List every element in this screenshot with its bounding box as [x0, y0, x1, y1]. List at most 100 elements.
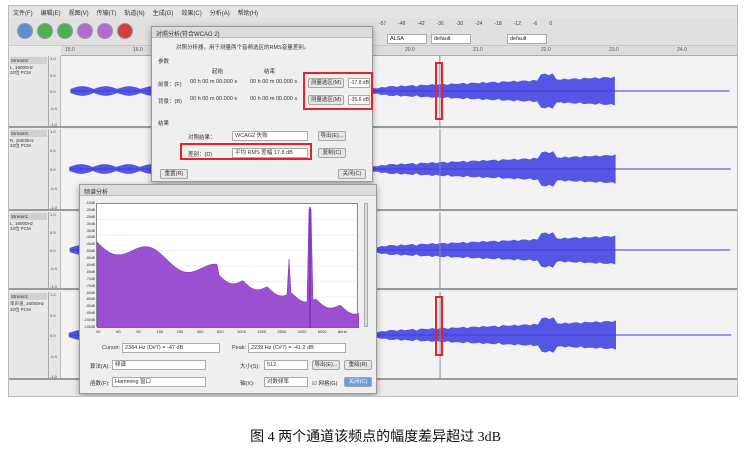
spectrum-close-button[interactable]: 关闭(C): [344, 377, 372, 387]
y-tick-label: -25dB: [85, 214, 95, 219]
x-tick-label: 1500: [257, 329, 267, 334]
scale-tick: -1.0: [50, 374, 57, 379]
spectrum-plot[interactable]: [96, 203, 359, 328]
y-tick-label: -20dB: [85, 207, 95, 212]
track-name[interactable]: Stream1: [10, 293, 47, 300]
bg-start-time[interactable]: 00 h 00 m 00.000 s: [188, 95, 242, 105]
menu-item[interactable]: 效果(C): [181, 8, 201, 17]
track-control-panel[interactable]: Stream0 L, 16000Hz 32位 PCM: [9, 56, 49, 126]
size-select[interactable]: 512: [264, 360, 308, 370]
track-name[interactable]: Stream1: [10, 213, 47, 220]
x-tick-label: 40: [96, 329, 101, 334]
meter-ticks: -57 -48 -42 -36 -30 -24 -18 -12 -6 0: [379, 21, 552, 27]
skip-end-button[interactable]: [97, 23, 113, 39]
algorithm-label: 算法(A):: [90, 364, 110, 370]
meter-tick: -36: [436, 21, 444, 27]
x-tick-label: 8kHz: [337, 329, 347, 334]
x-tick-label: 400: [196, 329, 204, 334]
spectrum-export-button[interactable]: 导出(E)...: [312, 360, 340, 370]
vertical-scale: 1.0 0.5 0.0 -0.5 -1.0: [49, 129, 61, 210]
ruler-tick: 15.0: [65, 47, 75, 53]
size-label: 大小(S):: [240, 364, 260, 370]
peak-highlight-box: [435, 296, 443, 356]
output-device-select[interactable]: default: [431, 34, 471, 44]
close-button[interactable]: 关闭(C): [338, 169, 366, 179]
scale-tick: -1.0: [50, 122, 57, 127]
menu-item[interactable]: 文件(F): [13, 8, 33, 17]
host-select[interactable]: ALSA: [387, 34, 427, 44]
menu-bar: 文件(F) 编辑(E) 视图(V) 传输(T) 轨道(N) 生成(G) 效果(C) 分析(A)…: [9, 6, 737, 18]
replot-button[interactable]: 重绘(R): [344, 360, 372, 370]
menu-item[interactable]: 轨道(N): [124, 8, 144, 17]
meter-tick: -57: [379, 21, 387, 27]
cursor-field: 2384 Hz (D#7) = -47 dB: [122, 343, 220, 353]
audio-track[interactable]: Stream0 L, 16000Hz 32位 PCM 1.0 0.5 0.0 -0.5 -1.…: [9, 56, 737, 128]
scale-tick: -0.5: [50, 186, 57, 191]
scale-tick: 1.0: [50, 212, 56, 217]
track-control-panel[interactable]: Stream0 R, 16000Hz 32位 PCM: [9, 129, 49, 209]
scale-tick: 0.0: [50, 333, 56, 338]
plot-scrollbar[interactable]: [364, 203, 368, 327]
pause-button[interactable]: [17, 23, 33, 39]
scale-tick: -0.5: [50, 266, 57, 271]
scale-tick: 0.5: [50, 72, 56, 78]
menu-item[interactable]: 生成(G): [153, 8, 174, 17]
x-tick-label: 6000: [317, 329, 327, 334]
play-button[interactable]: [37, 23, 53, 39]
cursor-label: Cursor:: [102, 345, 121, 351]
record-button[interactable]: [117, 23, 133, 39]
y-tick-label: -30dB: [85, 221, 95, 226]
menu-item[interactable]: 帮助(H): [238, 8, 258, 17]
track-name[interactable]: Stream0: [10, 130, 47, 137]
peak-field: 2239 Hz (C#7) = -41.2 dB: [248, 343, 346, 353]
meter-tick: -30: [455, 21, 464, 27]
ruler-tick: 16.0: [133, 47, 143, 53]
dialog-intro: 对照分析器，用于测量两个音频选区的RMS音量差别。: [176, 45, 310, 51]
grid-checkbox[interactable]: ☑ 网格(G): [312, 379, 337, 387]
menu-item[interactable]: 编辑(E): [41, 8, 61, 17]
algorithm-select[interactable]: 频谱: [112, 360, 206, 370]
menu-item[interactable]: 传输(T): [97, 8, 117, 17]
track-control-panel[interactable]: Stream1 L, 16000Hz 32位 PCM: [9, 212, 49, 288]
ruler-tick: 22.0: [541, 47, 551, 53]
audacity-window: 文件(F) 编辑(E) 视图(V) 传输(T) 轨道(N) 生成(G) 效果(C) 分析(A)…: [8, 5, 738, 397]
fg-end-time[interactable]: 00 h 00 m 00.000 s: [248, 78, 302, 88]
volume-highlight-box: [303, 72, 373, 110]
axis-label: 轴(X):: [240, 381, 255, 387]
copy-button[interactable]: 复制(C): [318, 148, 346, 158]
menu-item[interactable]: 分析(A): [210, 8, 230, 17]
track-name[interactable]: Stream0: [10, 57, 47, 64]
function-select[interactable]: Hamming 窗口: [112, 377, 206, 387]
peak-highlight-box: [435, 62, 443, 120]
reset-button[interactable]: 重置(R): [160, 169, 188, 179]
scale-tick: 1.0: [50, 292, 56, 297]
meter-tick: -6: [532, 21, 538, 27]
y-tick-label: -50dB: [85, 249, 95, 254]
fg-start-time[interactable]: 00 h 00 m 00.000 s: [188, 78, 242, 88]
y-tick-label: -85dB: [85, 297, 95, 302]
scale-tick: 0.0: [50, 167, 56, 172]
input-device-select[interactable]: default: [507, 34, 547, 44]
y-tick-label: -70dB: [85, 276, 95, 281]
loop-button[interactable]: [57, 23, 73, 39]
meter-tick: -18: [494, 21, 502, 27]
skip-start-button[interactable]: [77, 23, 93, 39]
figure-caption: 图 4 两个通道该频点的幅度差异超过 3dB: [250, 430, 501, 445]
menu-item[interactable]: 视图(V): [69, 8, 89, 17]
x-tick-label: 90: [136, 329, 141, 334]
y-tick-label: -90dB: [85, 304, 95, 309]
results-heading: 结果: [158, 121, 170, 127]
x-tick-label: 600: [216, 329, 224, 334]
export-button[interactable]: 导出(E)...: [318, 131, 346, 141]
track-control-panel[interactable]: Stream1 单声道, 16000Hz 32位 PCM: [9, 292, 49, 378]
axis-select[interactable]: 对数频率: [264, 377, 308, 387]
pass-result-field: WCAG2 失败: [232, 131, 308, 141]
scale-tick: 1.0: [50, 129, 56, 134]
track-format: 32位 PCM: [10, 226, 31, 231]
scale-tick: 1.0: [50, 56, 56, 61]
bg-end-time[interactable]: 00 h 00 m 00.000 s: [248, 95, 302, 105]
ruler-tick: 24.0: [677, 47, 687, 53]
vertical-scale: 1.0 0.5 0.0 -0.5 -1.0: [49, 56, 61, 127]
meter-tick: -48: [398, 21, 406, 27]
foreground-label: 前景：(F): [158, 82, 182, 88]
